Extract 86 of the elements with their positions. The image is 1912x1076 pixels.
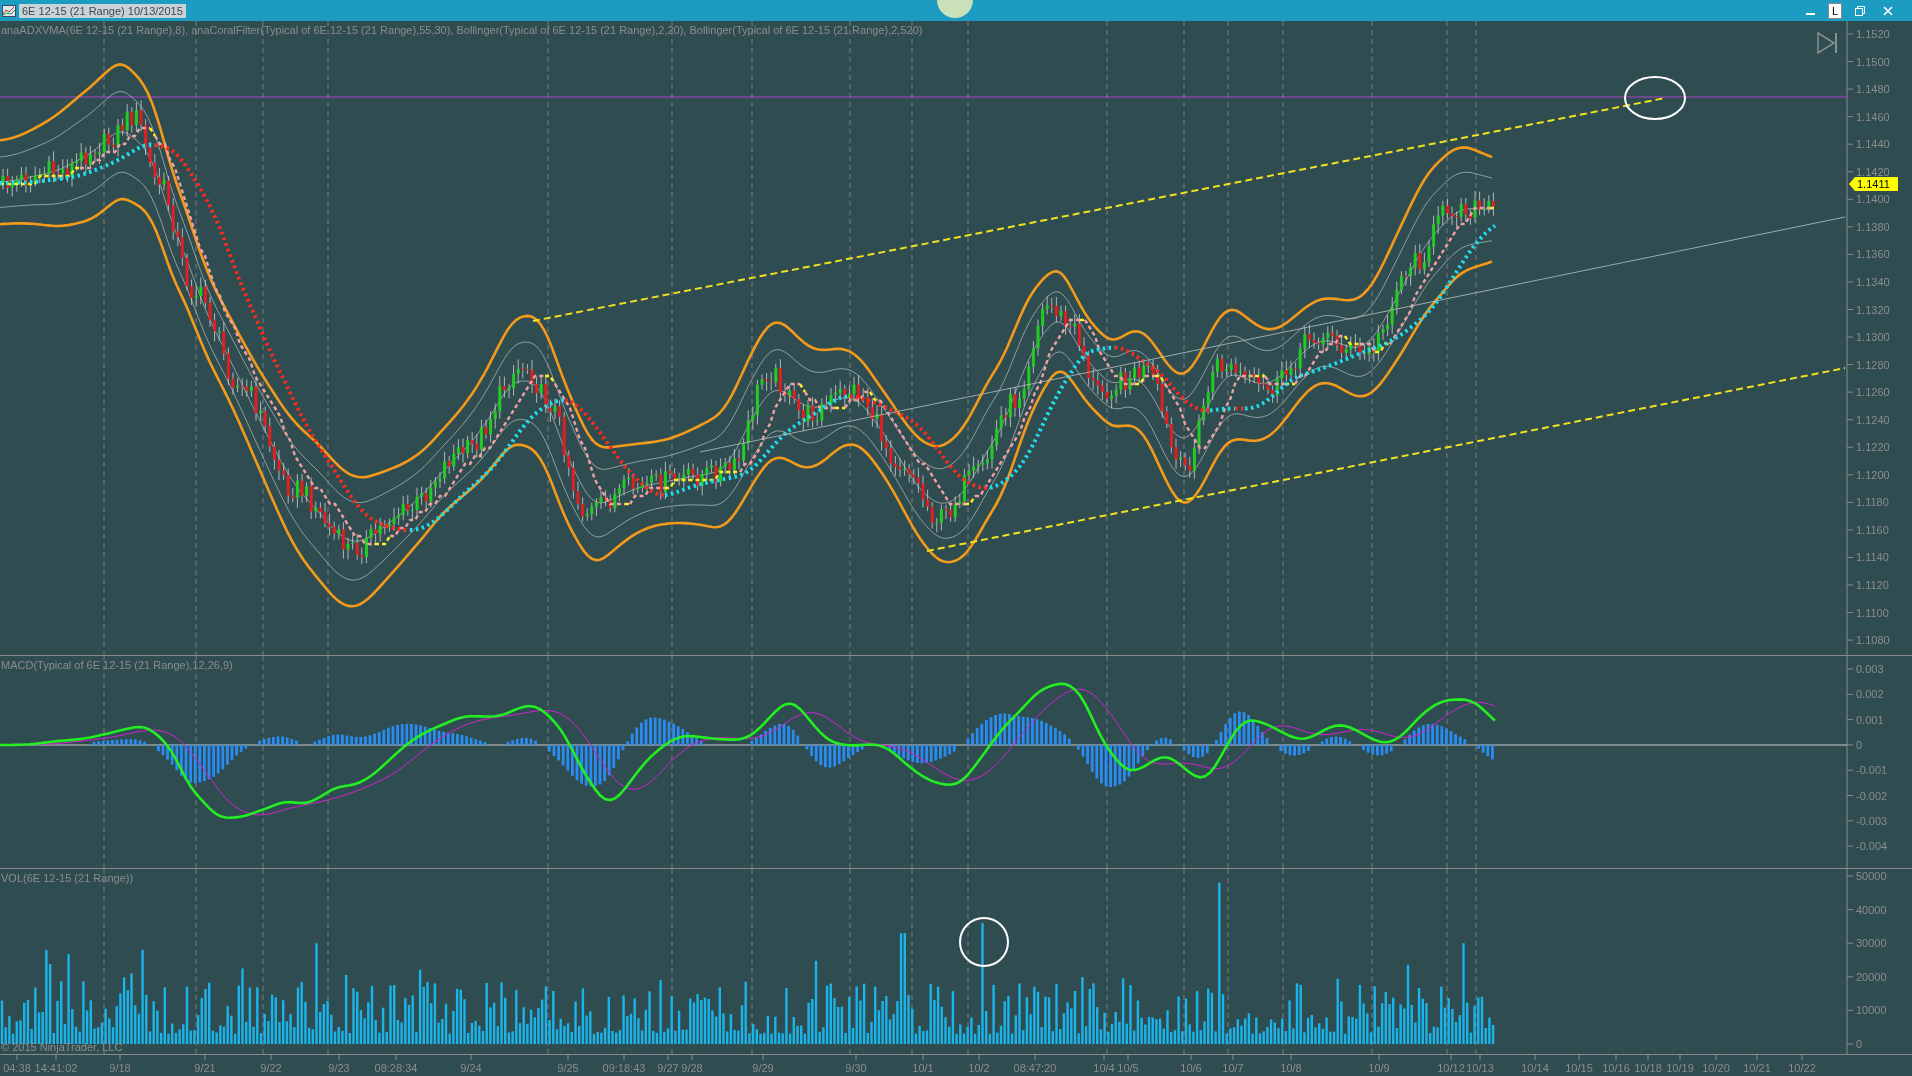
minimize-icon bbox=[1805, 13, 1815, 15]
time-label: 10/5 bbox=[1117, 1062, 1139, 1074]
time-label: 10/19 bbox=[1666, 1062, 1694, 1074]
indicator-label: VOL(6E 12-15 (21 Range)) bbox=[1, 872, 134, 884]
time-label: 08:28:34 bbox=[374, 1062, 418, 1074]
time-label: 10/22 bbox=[1788, 1062, 1816, 1074]
axis-label: 1.1320 bbox=[1856, 303, 1890, 316]
axis-label: 1.1280 bbox=[1856, 358, 1890, 371]
axis-label: 1.1220 bbox=[1856, 441, 1890, 454]
time-label: 10/18 bbox=[1634, 1062, 1662, 1074]
axis-label: -0.002 bbox=[1856, 789, 1888, 802]
time-label: 10/15 bbox=[1565, 1062, 1593, 1074]
time-label: 9/21 bbox=[194, 1062, 216, 1074]
axis-label: 1.1180 bbox=[1856, 496, 1889, 509]
axis-label: 1.1440 bbox=[1856, 138, 1890, 151]
axis-label: 1.1240 bbox=[1856, 413, 1890, 426]
chart-icon bbox=[2, 4, 16, 17]
restore-icon bbox=[1855, 5, 1865, 16]
time-label: 10/13 bbox=[1466, 1062, 1494, 1074]
skip-to-end-icon[interactable] bbox=[1817, 31, 1837, 55]
price-tag: 1.1411 bbox=[1849, 177, 1898, 191]
time-label: 14:41:02 bbox=[34, 1062, 78, 1074]
axis-label: -0.003 bbox=[1856, 814, 1888, 827]
time-label: 9/18 bbox=[109, 1062, 131, 1074]
axis-label: 0.002 bbox=[1856, 688, 1884, 701]
axis-label: 1.1340 bbox=[1856, 275, 1890, 288]
axis-label: 1.1200 bbox=[1856, 468, 1890, 481]
time-label: 10/7 bbox=[1222, 1062, 1244, 1074]
axis-label: 1.1160 bbox=[1856, 523, 1889, 536]
indicator-label: MACD(Typical of 6E 12-15 (21 Range),12,26,9) bbox=[1, 659, 233, 671]
axis-label: 0.001 bbox=[1856, 713, 1884, 726]
axis-label: 1.1460 bbox=[1856, 110, 1890, 123]
time-label: 9/27 bbox=[657, 1062, 679, 1074]
time-label: 9/24 bbox=[460, 1062, 482, 1074]
copyright-text: © 2015 NinjaTrader, LLC bbox=[1, 1041, 123, 1053]
axis-label: 1.1260 bbox=[1856, 386, 1890, 399]
time-label: 09:18:43 bbox=[602, 1062, 646, 1074]
axis-label: 1.1480 bbox=[1856, 83, 1890, 96]
time-label: 10/1 bbox=[912, 1062, 934, 1074]
axis-label: 1.1520 bbox=[1856, 28, 1890, 40]
time-label: 9/30 bbox=[845, 1062, 867, 1074]
time-label: 9/29 bbox=[752, 1062, 774, 1074]
layout-button[interactable]: L bbox=[1828, 2, 1842, 19]
close-icon bbox=[1883, 5, 1893, 16]
axis-label: 0 bbox=[1856, 1038, 1863, 1050]
time-label: 9/28 bbox=[681, 1062, 703, 1074]
time-label: 10/9 bbox=[1368, 1062, 1390, 1074]
time-label: 9/25 bbox=[557, 1062, 579, 1074]
axis-label: 1.1120 bbox=[1856, 579, 1889, 591]
time-label: 04:38 bbox=[3, 1062, 31, 1074]
axis-label: 0.003 bbox=[1856, 663, 1884, 675]
axis-label: 1.1140 bbox=[1856, 551, 1889, 564]
time-label: 10/8 bbox=[1280, 1062, 1302, 1074]
axis-label: 1.1500 bbox=[1856, 55, 1890, 68]
time-label: 10/21 bbox=[1743, 1062, 1771, 1074]
axis-label: -0.004 bbox=[1856, 840, 1888, 853]
axis-label: -0.001 bbox=[1856, 764, 1888, 777]
time-label: 10/20 bbox=[1702, 1062, 1730, 1074]
axis-label: 30000 bbox=[1856, 937, 1887, 950]
axis-label: 0 bbox=[1856, 738, 1863, 751]
highlight-circle[interactable] bbox=[1624, 76, 1686, 120]
trend-line[interactable] bbox=[699, 216, 1846, 453]
window-title: 6E 12-15 (21 Range) 10/13/2015 bbox=[19, 3, 186, 18]
axis-label: 1.1400 bbox=[1856, 193, 1890, 206]
time-label: 10/12 bbox=[1437, 1062, 1465, 1074]
highlight-circle[interactable] bbox=[959, 917, 1009, 967]
time-label: 9/22 bbox=[260, 1062, 282, 1074]
axis-label: 50000 bbox=[1856, 870, 1887, 882]
time-label: 10/6 bbox=[1180, 1062, 1202, 1074]
axis-label: 1.1100 bbox=[1856, 606, 1889, 619]
axis-label: 1.1300 bbox=[1856, 331, 1890, 344]
axis-label: 1.1360 bbox=[1856, 248, 1890, 261]
axis-label: 1.1420 bbox=[1856, 165, 1890, 178]
time-label: 9/23 bbox=[328, 1062, 350, 1074]
indicator-label: anaADXVMA(6E 12-15 (21 Range),8), anaCoralFilter(Typical of 6E 12-15 (21 Range),55,30), Bollinger(Typical of 6E 12-15 (21 Range),2,20), Bollinger(Typical of 6E 12-15 (21 Range),2,520) bbox=[1, 24, 923, 36]
trend-line[interactable] bbox=[926, 367, 1846, 552]
time-label: 10/14 bbox=[1521, 1062, 1549, 1074]
axis-label: 20000 bbox=[1856, 970, 1887, 983]
time-label: 10/2 bbox=[968, 1062, 990, 1074]
axis-label: 1.1080 bbox=[1856, 634, 1890, 647]
time-label: 10/16 bbox=[1602, 1062, 1630, 1074]
axis-label: 10000 bbox=[1856, 1004, 1887, 1017]
time-label: 10/4 bbox=[1093, 1062, 1115, 1074]
time-label: 08:47:20 bbox=[1013, 1062, 1057, 1074]
axis-label: 40000 bbox=[1856, 903, 1887, 916]
axis-label: 1.1380 bbox=[1856, 220, 1890, 233]
